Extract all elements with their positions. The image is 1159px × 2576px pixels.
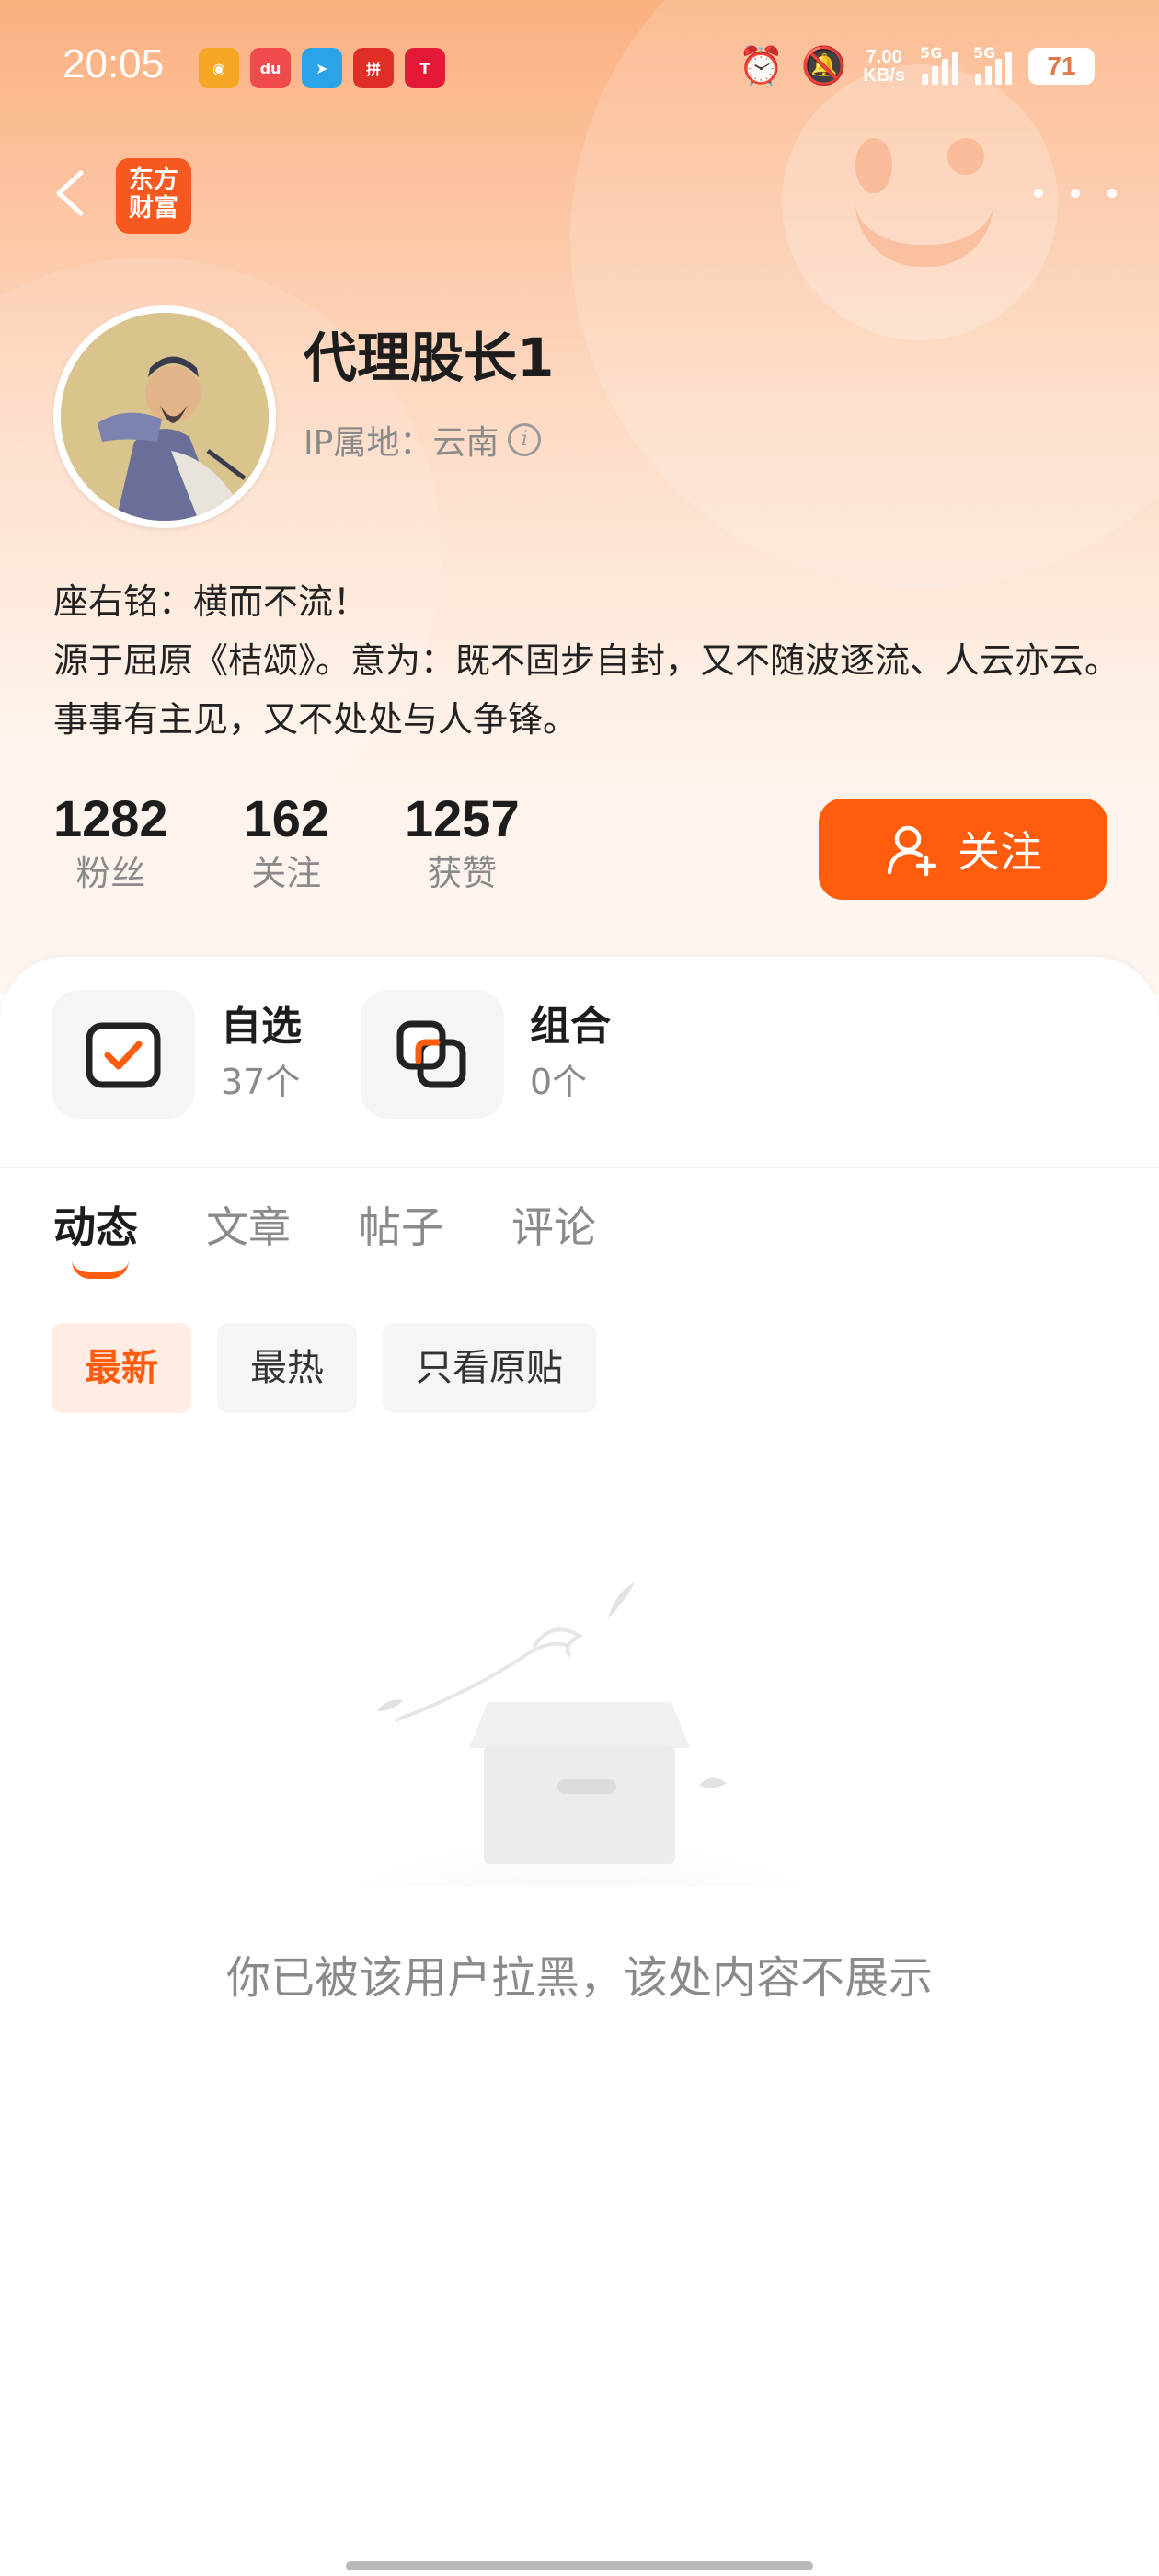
signal-strength-icon: 5G bbox=[973, 44, 1012, 85]
bio-line: 座右铭：横而不流！ bbox=[53, 581, 369, 622]
tesla-app-icon: T bbox=[405, 48, 445, 88]
status-indicators: ⏰ 🔕 7.00 KB/s 5G 5G 71 bbox=[739, 44, 1095, 87]
stat-value: 162 bbox=[243, 789, 330, 847]
watchlist-icon bbox=[52, 990, 195, 1119]
top-nav-bar: 东方 财富 bbox=[0, 147, 1159, 239]
alarm-icon: ⏰ bbox=[738, 45, 785, 87]
stat-label: 粉丝 bbox=[75, 853, 146, 893]
user-name: 代理股长1 bbox=[304, 327, 555, 389]
stat-likes[interactable]: 1257 获赞 bbox=[405, 789, 520, 898]
follow-button[interactable]: 关注 bbox=[819, 799, 1107, 900]
divider bbox=[0, 1167, 1159, 1168]
content-tabs: 动态 文章 帖子 评论 bbox=[53, 1198, 596, 1279]
stat-value: 1282 bbox=[53, 789, 168, 847]
filter-original-only[interactable]: 只看原贴 bbox=[383, 1323, 596, 1413]
portfolio-title: 组合 bbox=[530, 1003, 611, 1050]
bio-line: 源于屈原《桔颂》。意为：既不固步自封，又不随波逐流、人云亦云。事事有主见，又不处… bbox=[53, 640, 1120, 740]
stat-label: 关注 bbox=[251, 853, 322, 893]
signal-label: 5G bbox=[973, 43, 996, 62]
ip-location: IP属地：云南 bbox=[304, 424, 499, 462]
empty-state-message: 你已被该用户拉黑，该处内容不展示 bbox=[225, 1952, 933, 2004]
dot bbox=[1034, 189, 1043, 198]
portfolio-icon bbox=[361, 990, 504, 1119]
tab-label: 帖子 bbox=[359, 1202, 443, 1252]
network-speed-unit: KB/s bbox=[863, 64, 905, 86]
follow-button-label: 关注 bbox=[958, 827, 1042, 877]
info-icon[interactable]: i bbox=[508, 423, 542, 456]
avatar-image bbox=[61, 313, 269, 521]
add-user-icon bbox=[887, 825, 937, 877]
watchlist-entry[interactable]: 自选 37个 bbox=[52, 990, 302, 1119]
baidu-map-app-icon: du bbox=[250, 48, 291, 88]
dot bbox=[1107, 189, 1117, 198]
battery-icon: 71 bbox=[1028, 47, 1095, 85]
tab-comments[interactable]: 评论 bbox=[511, 1198, 596, 1257]
signal-strength-icon: 5G bbox=[920, 44, 958, 85]
network-speed-value: 7.00 bbox=[866, 46, 902, 67]
tab-activity[interactable]: 动态 bbox=[53, 1198, 138, 1279]
status-bar: 20:05 ◉ du ➤ 拼 T ⏰ 🔕 7.00 KB/s 5G 5G 71 bbox=[0, 0, 1159, 138]
empty-box-illustration bbox=[340, 1582, 819, 1886]
signal-label: 5G bbox=[920, 43, 943, 62]
chevron-left-icon bbox=[56, 170, 84, 216]
watchlist-count: 37个 bbox=[221, 1062, 301, 1102]
status-time: 20:05 bbox=[63, 41, 165, 86]
tab-posts[interactable]: 帖子 bbox=[359, 1198, 443, 1257]
dot bbox=[1071, 189, 1080, 198]
user-bio: 座右铭：横而不流！ 源于屈原《桔颂》。意为：既不固步自封，又不随波逐流、人云亦云… bbox=[53, 572, 1120, 749]
active-tab-indicator bbox=[72, 1260, 129, 1279]
portfolio-count: 0个 bbox=[530, 1062, 588, 1102]
tab-label: 动态 bbox=[53, 1202, 138, 1252]
stat-value: 1257 bbox=[405, 789, 520, 847]
profile-stats: 1282 粉丝 162 关注 1257 获赞 bbox=[53, 789, 595, 898]
mute-bell-icon: 🔕 bbox=[800, 45, 847, 87]
back-button[interactable] bbox=[44, 166, 99, 221]
watchlist-title: 自选 bbox=[221, 1003, 302, 1050]
avatar[interactable] bbox=[53, 305, 276, 528]
sort-filters: 最新 最热 只看原贴 bbox=[52, 1323, 596, 1413]
portfolio-entry[interactable]: 组合 0个 bbox=[361, 990, 611, 1119]
tab-label: 文章 bbox=[206, 1202, 291, 1252]
filter-hot[interactable]: 最热 bbox=[217, 1323, 357, 1413]
content-card: 自选 37个 组合 0个 动态 文章 帖子 评论 最新 最热 只看原贴 你已被该… bbox=[0, 957, 1159, 2576]
home-indicator[interactable] bbox=[346, 2561, 813, 2570]
pinduoduo-app-icon: 拼 bbox=[353, 48, 394, 88]
logo-text: 财富 bbox=[129, 194, 178, 223]
stat-label: 获赞 bbox=[427, 853, 498, 893]
filter-latest[interactable]: 最新 bbox=[52, 1323, 191, 1413]
tab-label: 评论 bbox=[511, 1202, 596, 1252]
logo-text: 东方 bbox=[129, 166, 178, 194]
stat-fans[interactable]: 1282 粉丝 bbox=[53, 789, 168, 898]
stat-following[interactable]: 162 关注 bbox=[244, 789, 329, 898]
network-speed: 7.00 KB/s bbox=[863, 48, 905, 85]
avatar-portrait-illustration bbox=[61, 313, 269, 521]
eastmoney-logo[interactable]: 东方 财富 bbox=[116, 158, 191, 234]
more-options-button[interactable] bbox=[1034, 175, 1117, 212]
ip-location-row: IP属地：云南 i bbox=[304, 416, 542, 464]
notification-app-icons: ◉ du ➤ 拼 T bbox=[199, 48, 445, 88]
telegram-app-icon: ➤ bbox=[302, 48, 342, 88]
weibo-app-icon: ◉ bbox=[199, 48, 239, 88]
tab-articles[interactable]: 文章 bbox=[206, 1198, 291, 1257]
